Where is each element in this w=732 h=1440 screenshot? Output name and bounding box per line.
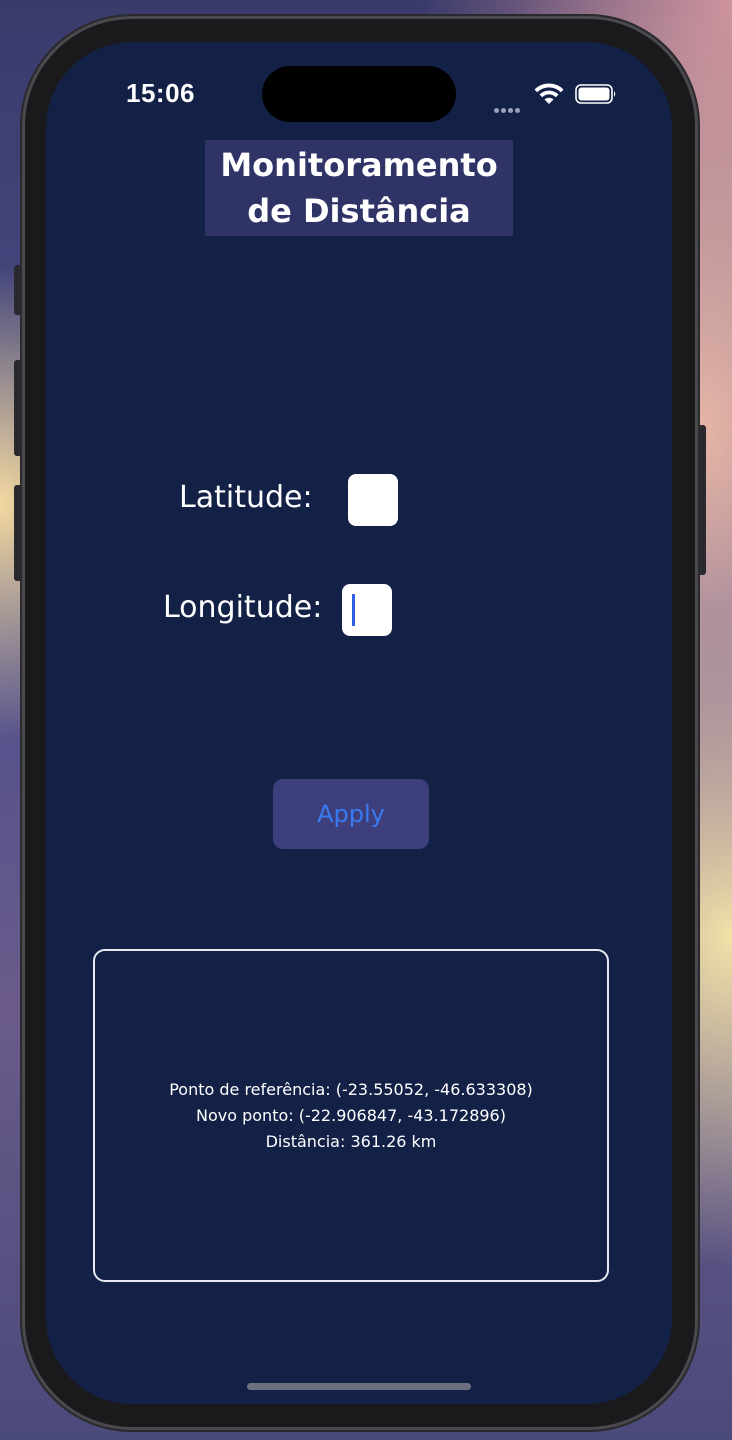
result-panel: Ponto de referência: (-23.55052, -46.633… [93,949,609,1282]
new-point-text: Novo ponto: (-22.906847, -43.172896) [196,1105,506,1125]
action-button [14,265,22,315]
app-screen: 15:06 Monitoramento de Distância Latitud… [46,42,672,1404]
reference-point-text: Ponto de referência: (-23.55052, -46.633… [169,1079,533,1099]
apply-button[interactable]: Apply [273,779,429,849]
volume-up-button [14,360,22,456]
latitude-label: Latitude: [179,480,313,515]
longitude-label: Longitude: [163,590,323,625]
home-indicator[interactable] [247,1383,471,1390]
status-time: 15:06 [126,78,195,108]
page-title: Monitoramento de Distância [220,146,498,230]
text-caret [352,594,355,626]
volume-down-button [14,485,22,581]
dynamic-island [262,66,456,122]
longitude-input[interactable] [342,584,392,636]
status-bar: 15:06 [46,42,672,142]
cellular-dots-icon [494,98,524,113]
wifi-icon [534,83,564,104]
battery-icon [575,84,616,104]
latitude-input[interactable] [348,474,398,526]
power-button [698,425,706,575]
page-title-box: Monitoramento de Distância [205,140,513,236]
distance-text: Distância: 361.26 km [265,1131,437,1151]
